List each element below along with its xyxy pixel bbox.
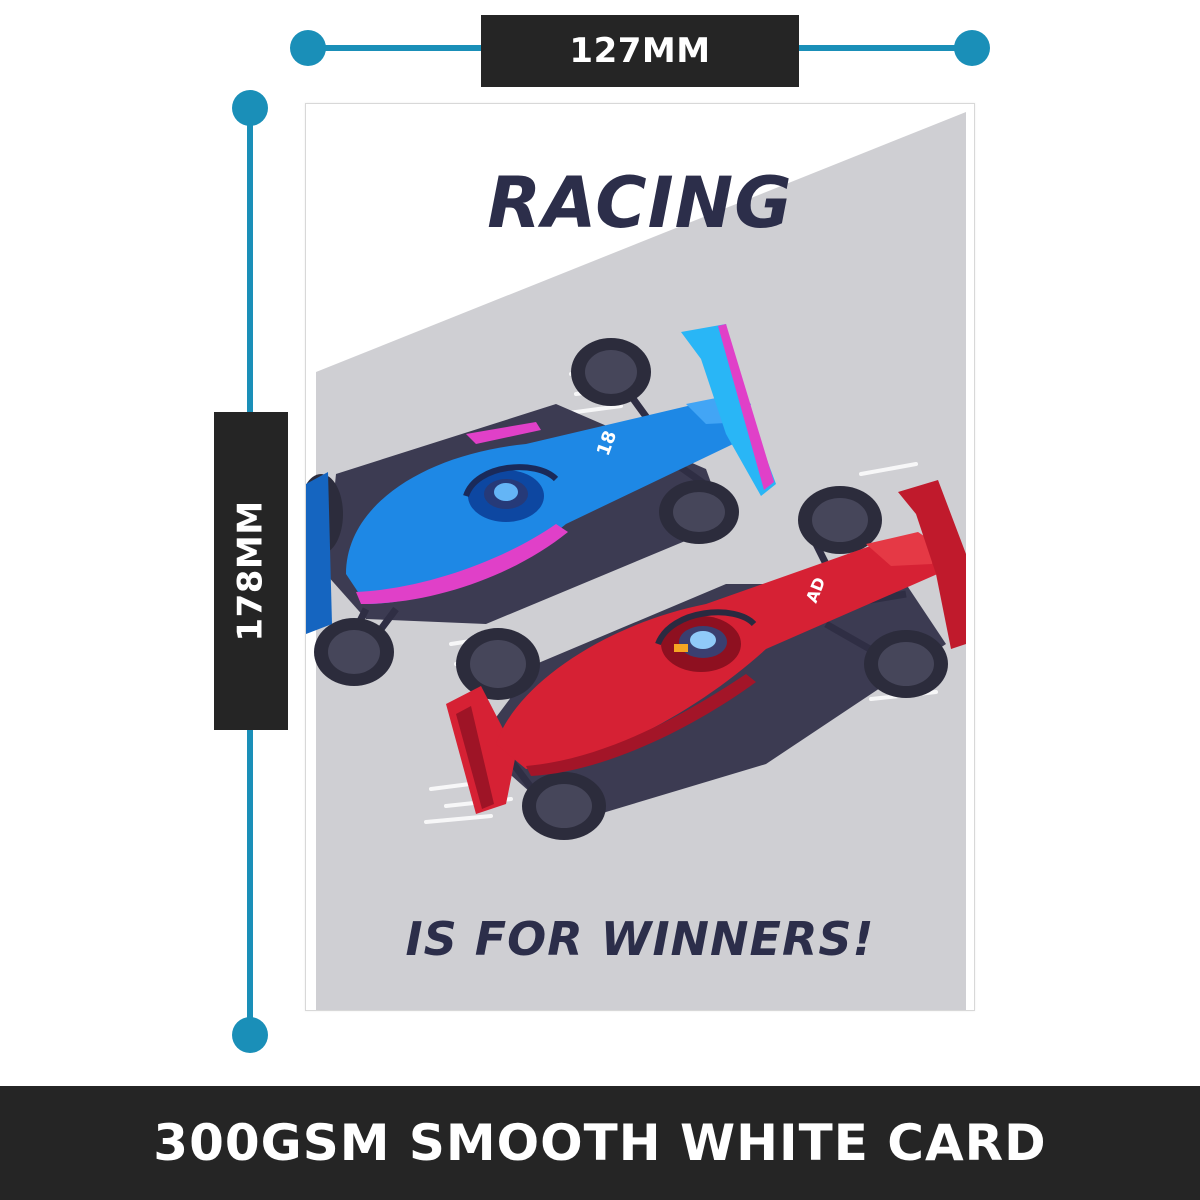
height-dimension-label: 178MM [231,500,272,642]
card-subtitle: IS FOR WINNERS! [405,912,875,966]
card-spec-text: 300GSM SMOOTH WHITE CARD [153,1114,1047,1172]
footer-banner: 300GSM SMOOTH WHITE CARD [0,1086,1200,1200]
width-dimension-left-dot [290,30,326,66]
greeting-card: 18 AD RACING IS FOR WINNERS! [305,103,975,1011]
product-image: 127MM 178MM 18 AD RACING IS FOR WINNERS!… [0,0,1200,1200]
height-dimension-bottom-dot [232,1017,268,1053]
height-dimension-label-box: 178MM [214,412,288,730]
card-title: RACING [487,162,793,244]
width-dimension-label: 127MM [481,15,799,87]
width-dimension-right-dot [954,30,990,66]
height-dimension-top-dot [232,90,268,126]
